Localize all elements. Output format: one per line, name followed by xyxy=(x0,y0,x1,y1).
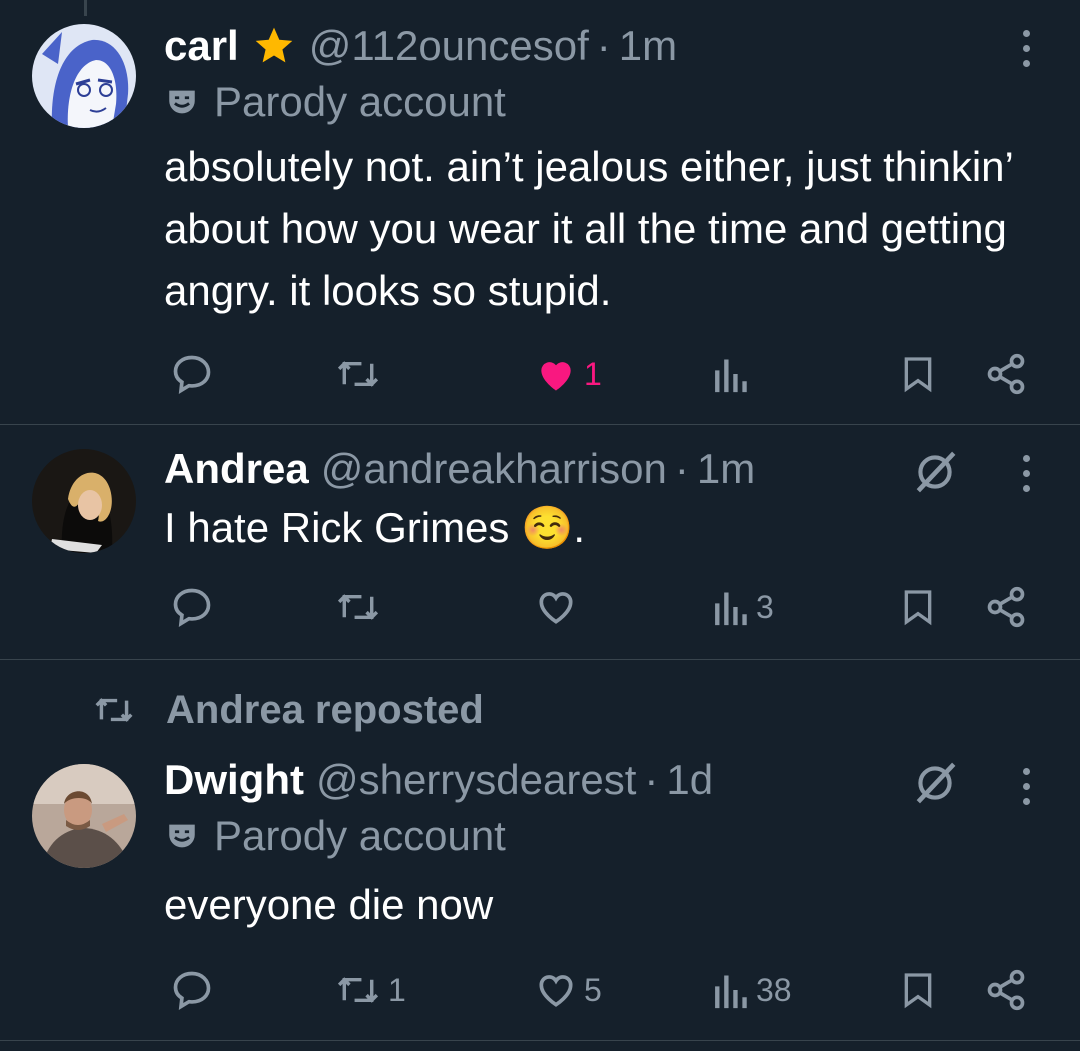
vertical-ellipsis-icon xyxy=(1022,30,1030,37)
more-options-button[interactable] xyxy=(1016,768,1036,805)
bookmark-icon xyxy=(904,357,932,393)
parody-label-text: Parody account xyxy=(214,78,506,125)
theater-mask-icon xyxy=(164,819,200,853)
vertical-ellipsis-icon xyxy=(1022,768,1030,775)
tweet-text: I hate Rick Grimes ☺️. xyxy=(164,504,586,551)
more-options-button[interactable] xyxy=(1016,455,1036,492)
tweet-text: absolutely not. ain’t jealous either, ju… xyxy=(164,143,1013,314)
divider xyxy=(0,1040,1080,1041)
view-count: 3 xyxy=(756,588,774,625)
repost-count: 1 xyxy=(388,971,406,1008)
parody-label-text: Parody account xyxy=(214,812,506,859)
grok-slash-icon[interactable] xyxy=(910,447,960,502)
repost-button[interactable]: 1 xyxy=(334,960,406,1020)
bar-chart-icon xyxy=(715,592,747,626)
views-button[interactable]: 3 xyxy=(710,577,774,637)
reply-button[interactable] xyxy=(170,960,220,1020)
speech-bubble-icon xyxy=(173,355,211,394)
share-nodes-icon xyxy=(987,586,1025,628)
heart-icon xyxy=(541,362,571,391)
views-button[interactable]: 38 xyxy=(710,960,792,1020)
repost-arrows-icon xyxy=(337,977,379,1003)
reply-button[interactable] xyxy=(170,344,220,404)
like-count: 5 xyxy=(584,971,602,1008)
share-button[interactable] xyxy=(984,577,1028,637)
timestamp[interactable]: 1m xyxy=(619,22,677,70)
repost-context[interactable]: Andrea reposted xyxy=(92,682,484,738)
user-handle[interactable]: @112ouncesof xyxy=(309,22,589,70)
bar-chart-icon xyxy=(715,975,747,1009)
avatar-carl[interactable] xyxy=(32,24,136,128)
bookmark-button[interactable] xyxy=(898,960,938,1020)
vertical-ellipsis-icon xyxy=(1022,455,1030,462)
like-button[interactable] xyxy=(534,577,584,637)
share-button[interactable] xyxy=(984,344,1028,404)
timestamp[interactable]: 1d xyxy=(666,756,713,804)
separator-dot: · xyxy=(596,22,611,69)
avatar-dwight[interactable] xyxy=(32,764,136,868)
theater-mask-icon xyxy=(164,85,200,119)
share-button[interactable] xyxy=(984,960,1028,1020)
heart-icon xyxy=(539,975,573,1007)
action-bar: 3 xyxy=(164,577,1044,637)
view-count: 38 xyxy=(756,971,792,1008)
user-handle[interactable]: @andreakharrison xyxy=(321,445,667,493)
repost-arrows-icon xyxy=(337,594,379,620)
separator-dot: · xyxy=(674,445,689,492)
user-handle[interactable]: @sherrysdearest xyxy=(316,756,636,804)
heart-icon xyxy=(539,592,573,624)
bookmark-button[interactable] xyxy=(898,577,938,637)
speech-bubble-icon xyxy=(173,588,211,627)
action-bar: 1 xyxy=(164,344,1044,404)
like-count: 1 xyxy=(584,355,602,392)
repost-context-label: Andrea reposted xyxy=(166,687,484,732)
bookmark-button[interactable] xyxy=(898,344,938,404)
parody-label: Parody account xyxy=(164,74,1040,130)
repost-arrows-icon xyxy=(95,698,133,722)
display-name[interactable]: Dwight xyxy=(164,756,304,804)
tweet-header: Andrea @andreakharrison · 1m xyxy=(164,441,1040,497)
grok-slash-icon[interactable] xyxy=(910,758,960,813)
like-button[interactable]: 5 xyxy=(534,960,602,1020)
display-name[interactable]: carl xyxy=(164,22,239,70)
tweet-text: everyone die now xyxy=(164,881,494,928)
share-nodes-icon xyxy=(987,969,1025,1011)
action-bar: 1 5 38 xyxy=(164,960,1044,1020)
more-options-button[interactable] xyxy=(1016,30,1036,67)
views-button[interactable] xyxy=(710,344,756,404)
timestamp[interactable]: 1m xyxy=(697,445,755,493)
like-button[interactable]: 1 xyxy=(534,344,602,404)
tweet-header: carl @112ouncesof · 1m xyxy=(164,18,1040,74)
tweet-header: Dwight @sherrysdearest · 1d xyxy=(164,752,1040,808)
separator-dot: · xyxy=(644,756,659,803)
repost-button[interactable] xyxy=(334,344,388,404)
parody-label: Parody account xyxy=(164,808,1040,864)
tweet-dwight[interactable]: Andrea reposted Dwight @sherrysdearest ·… xyxy=(0,660,1080,1040)
reply-button[interactable] xyxy=(170,577,220,637)
bookmark-icon xyxy=(904,590,932,626)
tweet-andrea[interactable]: Andrea @andreakharrison · 1m I hate Rick… xyxy=(0,425,1080,659)
speech-bubble-icon xyxy=(173,971,211,1010)
repost-button[interactable] xyxy=(334,577,388,637)
bar-chart-icon xyxy=(715,359,747,393)
bookmark-icon xyxy=(904,973,932,1009)
avatar-andrea[interactable] xyxy=(32,449,136,553)
share-nodes-icon xyxy=(987,353,1025,395)
display-name[interactable]: Andrea xyxy=(164,445,309,493)
repost-arrows-icon xyxy=(337,361,379,387)
tweet-carl[interactable]: carl @112ouncesof · 1m Parody account ab… xyxy=(0,0,1080,424)
star-icon xyxy=(251,24,297,68)
